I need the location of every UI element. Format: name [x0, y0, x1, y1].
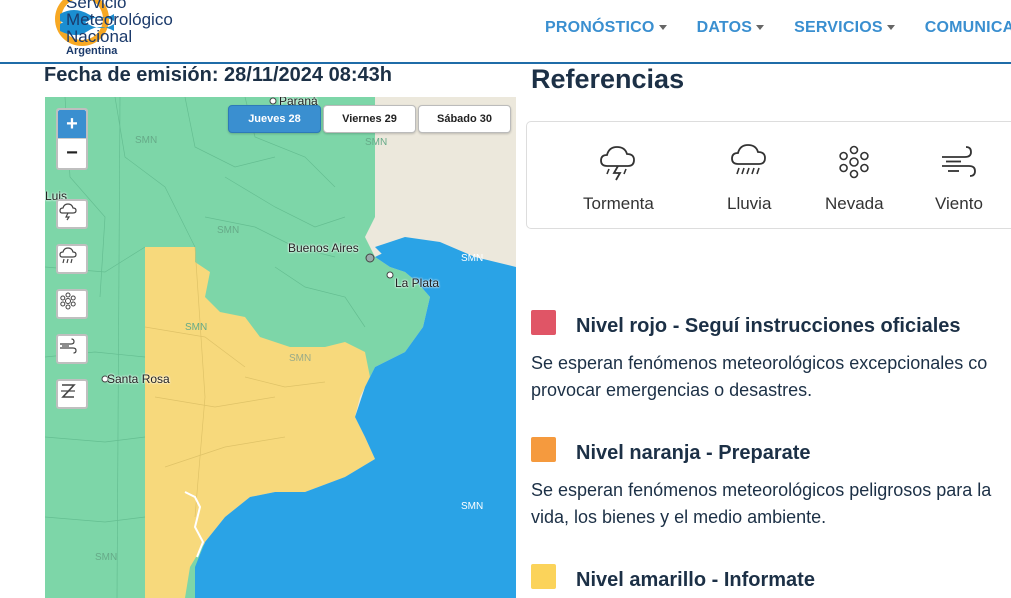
reference-lluvia[interactable]: Lluvia: [727, 142, 771, 214]
tab-viernes-29[interactable]: Viernes 29: [323, 105, 416, 133]
city-marker-la-plata: [386, 271, 394, 279]
nav-comunicacion[interactable]: COMUNICACIÓN: [925, 19, 1011, 37]
alert-map[interactable]: Paraná Buenos Aires La Plata Santa Rosa …: [45, 97, 516, 598]
logo-line-4: Argentina: [66, 45, 118, 57]
issue-date: Fecha de emisión: 28/11/2024 08:43h: [44, 64, 392, 86]
nav-servicios-label: SERVICIOS: [794, 19, 883, 36]
place-label-la-plata: La Plata: [395, 276, 440, 290]
snow-icon: [839, 145, 869, 179]
nav-servicios[interactable]: SERVICIOS: [794, 19, 895, 37]
reference-label: Tormenta: [583, 194, 654, 213]
watermark: SMN: [95, 552, 118, 563]
map-canvas: [45, 97, 516, 598]
reference-tormenta[interactable]: Tormenta: [583, 142, 654, 214]
zoom-in-button[interactable]: +: [58, 110, 86, 139]
level-orange-swatch: [531, 437, 556, 462]
storm-filter-button[interactable]: [56, 199, 88, 229]
place-label-santa-rosa: Santa Rosa: [107, 372, 170, 386]
level-red-desc: Se esperan fenómenos meteorológicos exce…: [531, 353, 988, 400]
reference-label: Nevada: [825, 194, 884, 213]
watermark: SMN: [185, 322, 208, 333]
zonda-filter-button[interactable]: [56, 379, 88, 409]
caret-down-icon: [658, 25, 667, 31]
watermark: SMN: [461, 501, 484, 512]
references-box: Tormenta Lluvia Nevada Viento: [526, 121, 1011, 229]
nav-datos-label: DATOS: [696, 19, 753, 36]
reference-label: Viento: [935, 194, 983, 213]
main-nav: PRONÓSTICO DATOS SERVICIOS COMUNICACIÓN: [545, 19, 1011, 37]
reference-label: Lluvia: [727, 194, 772, 213]
level-yellow-swatch: [531, 564, 556, 589]
nav-pronostico[interactable]: PRONÓSTICO: [545, 19, 667, 37]
watermark: SMN: [461, 253, 484, 264]
watermark: SMN: [365, 137, 388, 148]
tab-jueves-28[interactable]: Jueves 28: [228, 105, 321, 133]
wind-filter-button[interactable]: [56, 334, 88, 364]
caret-down-icon: [886, 25, 895, 31]
zonda-icon: [61, 384, 76, 398]
zoom-control: + −: [56, 108, 88, 170]
logo-line-2: Meteorológico: [66, 10, 173, 29]
storm-icon: [600, 146, 636, 181]
nav-comunicacion-label: COMUNICACIÓN: [924, 19, 1011, 36]
wind-icon: [941, 146, 976, 177]
day-tabs: Jueves 28 Viernes 29 Sábado 30: [228, 105, 513, 133]
site-header: Servicio Meteorológico Nacional Argentin…: [0, 0, 1011, 64]
watermark: SMN: [135, 135, 158, 146]
snow-filter-button[interactable]: [56, 289, 88, 319]
rain-icon: [731, 144, 767, 175]
level-orange-desc: Se esperan fenómenos meteorológicos peli…: [531, 480, 992, 527]
caret-down-icon: [756, 25, 765, 31]
zoom-out-button[interactable]: −: [58, 139, 86, 168]
logo-text[interactable]: Servicio Meteorológico Nacional Argentin…: [66, 0, 173, 58]
place-label-buenos-aires: Buenos Aires: [288, 241, 359, 255]
snow-icon: [60, 292, 76, 310]
level-orange-title: Nivel naranja - Preparate: [576, 442, 811, 464]
tab-sabado-30[interactable]: Sábado 30: [418, 105, 511, 133]
reference-nevada[interactable]: Nevada: [825, 142, 884, 214]
logo-line-3: Nacional: [66, 27, 133, 46]
reference-viento[interactable]: Viento: [935, 142, 983, 214]
references-title: Referencias: [531, 64, 685, 94]
wind-icon: [60, 338, 77, 354]
city-marker-parana: [269, 97, 277, 105]
storm-icon: [59, 203, 77, 221]
watermark: SMN: [217, 225, 240, 236]
level-yellow-title: Nivel amarillo - Informate: [576, 569, 815, 591]
level-red-swatch: [531, 310, 556, 335]
city-marker-buenos-aires: [365, 253, 375, 263]
level-red-title: Nivel rojo - Seguí instrucciones oficial…: [576, 315, 961, 337]
nav-pronostico-label: PRONÓSTICO: [545, 19, 655, 36]
rain-filter-button[interactable]: [56, 244, 88, 274]
nav-datos[interactable]: DATOS: [697, 19, 765, 37]
watermark: SMN: [289, 353, 312, 364]
rain-icon: [59, 247, 77, 264]
